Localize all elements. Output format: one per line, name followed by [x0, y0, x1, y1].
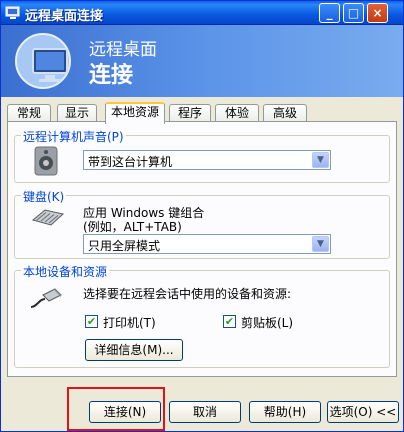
- chevron-down-icon[interactable]: ▼: [312, 236, 329, 252]
- printer-label[interactable]: 打印机(T): [103, 314, 156, 331]
- remote-desktop-window: 远程桌面连接 _ □ × 远程桌面 连接 常规 显示 本地资源 程序 体验 高级…: [0, 0, 404, 432]
- banner-title: 连接: [89, 63, 134, 88]
- keyboard-dropdown[interactable]: 只用全屏模式 ▼: [83, 234, 331, 254]
- remote-sound-dropdown[interactable]: 带到这台计算机 ▼: [83, 150, 331, 170]
- tab-local-resources[interactable]: 本地资源: [105, 102, 165, 124]
- chevron-down-icon[interactable]: ▼: [312, 152, 329, 168]
- title-bar[interactable]: 远程桌面连接 _ □ ×: [1, 1, 403, 25]
- remote-sound-group: 远程计算机声音(P) 带到这台计算机 ▼: [14, 128, 390, 183]
- header-banner: 远程桌面 连接: [1, 25, 403, 97]
- clipboard-label[interactable]: 剪贴板(L): [241, 314, 293, 331]
- details-button[interactable]: 详细信息(M)...: [85, 339, 183, 361]
- keyboard-icon: [31, 209, 65, 226]
- window-title: 远程桌面连接: [25, 9, 104, 24]
- remote-desktop-icon: [5, 6, 20, 19]
- usb-device-icon: [30, 288, 62, 308]
- remote-sound-value: 带到这台计算机: [88, 155, 173, 169]
- local-devices-description: 选择要在远程会话中使用的设备和资源:: [83, 287, 292, 301]
- keyboard-value: 只用全屏模式: [88, 239, 161, 253]
- remote-sound-label: 远程计算机声音(P): [21, 128, 126, 145]
- speaker-icon: [34, 146, 58, 176]
- help-button[interactable]: 帮助(H): [249, 401, 321, 423]
- local-resources-panel: 远程计算机声音(P) 带到这台计算机 ▼ 键盘(K) 应用 Windows 键组…: [7, 121, 397, 377]
- options-button[interactable]: 选项(O) <<: [327, 401, 399, 423]
- highlight-box: [67, 387, 165, 431]
- printer-checkbox[interactable]: ✔: [85, 315, 98, 328]
- close-button[interactable]: ×: [367, 3, 388, 23]
- keyboard-description-line2: (例如，ALT+TAB): [83, 220, 182, 234]
- local-devices-group: 本地设备和资源 选择要在远程会话中使用的设备和资源: ✔ 打印机(T) ✔ 剪贴…: [14, 263, 390, 368]
- keyboard-group: 键盘(K) 应用 Windows 键组合 (例如，ALT+TAB) 只用全屏模式…: [14, 188, 390, 259]
- keyboard-label: 键盘(K): [21, 188, 67, 205]
- maximize-button[interactable]: □: [343, 3, 364, 23]
- cancel-button[interactable]: 取消: [169, 401, 241, 423]
- minimize-button[interactable]: _: [319, 3, 340, 23]
- clipboard-checkbox[interactable]: ✔: [223, 315, 236, 328]
- remote-desktop-logo-icon: [15, 33, 71, 89]
- local-devices-label: 本地设备和资源: [21, 263, 110, 280]
